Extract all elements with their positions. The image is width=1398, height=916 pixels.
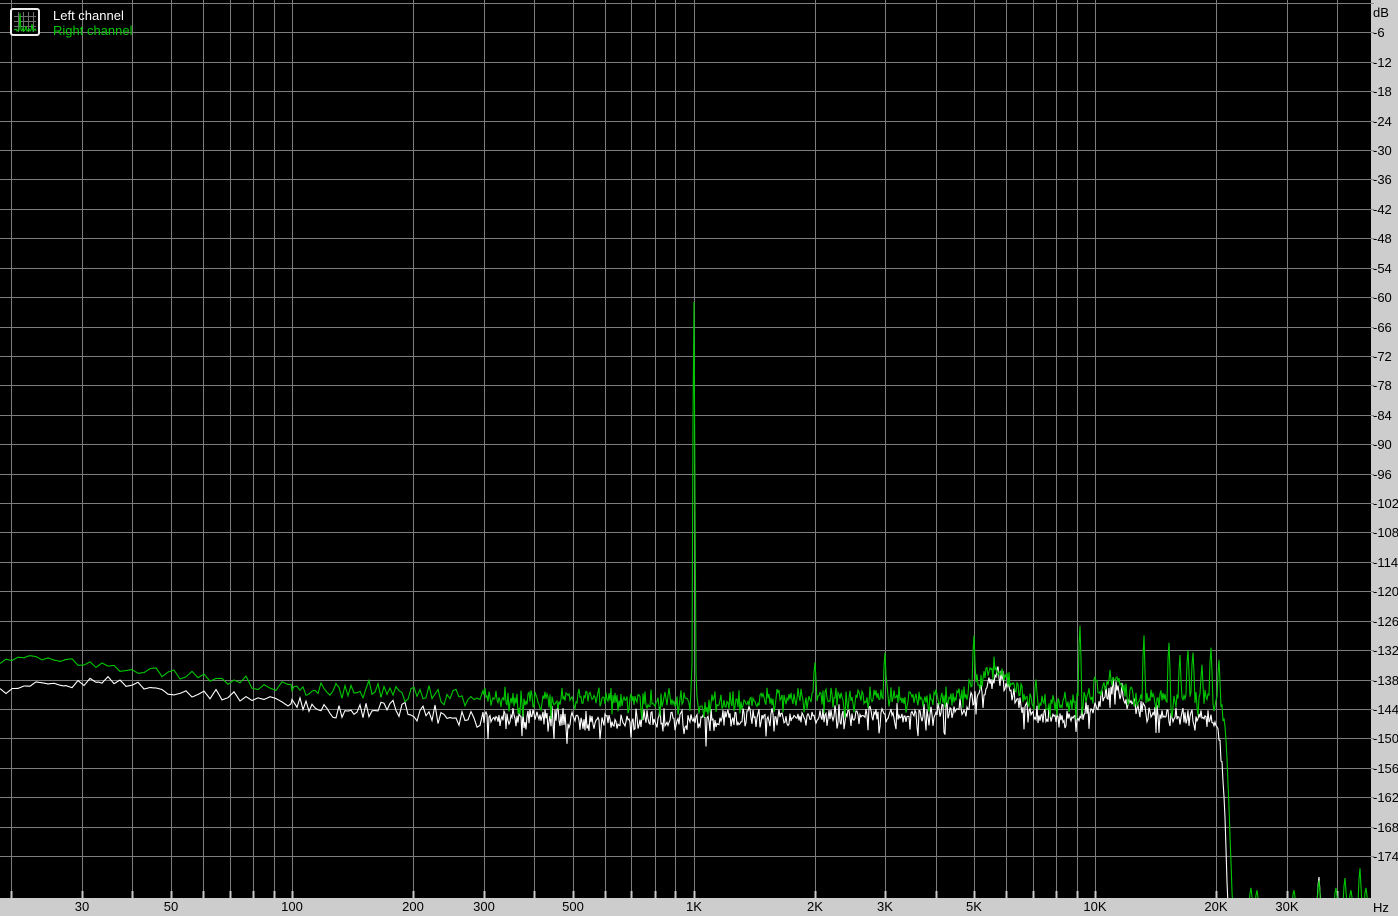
y-axis-label: -150: [1373, 731, 1398, 746]
y-axis-label: -6: [1373, 25, 1385, 40]
x-axis-label: 2K: [807, 899, 823, 914]
left-channel-trace: [0, 666, 1322, 898]
x-axis-label: 5K: [966, 899, 982, 914]
x-axis-label: 500: [562, 899, 584, 914]
y-axis-label: -114: [1373, 555, 1398, 570]
y-axis-label: -72: [1373, 349, 1392, 364]
y-axis-label: -96: [1373, 467, 1392, 482]
spectrum-chart: [0, 0, 1371, 898]
y-axis-label: -60: [1373, 290, 1392, 305]
traces: [0, 301, 1368, 898]
y-axis-label: -18: [1373, 84, 1392, 99]
y-axis-label: -90: [1373, 437, 1392, 452]
y-axis-label: -66: [1373, 320, 1392, 335]
y-axis-label: -84: [1373, 408, 1392, 423]
y-axis-label: -78: [1373, 378, 1392, 393]
x-axis-unit-label: Hz: [1373, 900, 1389, 915]
right-channel-trace: [0, 301, 1368, 898]
y-axis-label: -138: [1373, 673, 1398, 688]
x-axis-label: 10K: [1083, 899, 1107, 914]
y-axis-label: -156: [1373, 761, 1398, 776]
y-axis-strip: dB -6 -12 -18 -24 -30 -36 -42 -48 -54 -60 -66 -72 -78…: [1371, 0, 1398, 916]
legend-label-right-channel: Right channel: [53, 23, 133, 38]
y-axis-label: -12: [1373, 55, 1392, 70]
y-axis-label: -126: [1373, 614, 1398, 629]
x-axis-ticks: [10, 891, 1339, 898]
x-axis-label: 1K: [686, 899, 702, 914]
x-axis-label: 50: [163, 899, 179, 914]
y-axis-label: -144: [1373, 702, 1398, 717]
legend-label-left-channel: Left channel: [53, 8, 124, 23]
y-axis-label: -48: [1373, 231, 1392, 246]
y-axis-tick: [1371, 3, 1374, 4]
y-axis-label: -102: [1373, 496, 1398, 511]
y-axis-label: -132: [1373, 643, 1398, 658]
y-axis-label: -168: [1373, 820, 1398, 835]
x-axis-label: 200: [402, 899, 424, 914]
x-axis-label: 20K: [1204, 899, 1228, 914]
spectrum-thumbnail-icon: [10, 8, 40, 36]
x-axis-bar: 30 50 100 200 300 500 1K 2K 3K 5K 10K 20K 30K: [0, 898, 1398, 916]
spectrum-analyzer-window: 30 50 100 200 300 500 1K 2K 3K 5K 10K 20K 30K dB -6 -1…: [0, 0, 1398, 916]
x-axis-label: 30: [74, 899, 90, 914]
y-axis-label: -42: [1373, 202, 1392, 217]
y-axis-label: -36: [1373, 172, 1392, 187]
y-axis-label: -162: [1373, 790, 1398, 805]
x-axis-label: 30K: [1275, 899, 1299, 914]
x-axis-label: 3K: [877, 899, 893, 914]
y-axis-label: -120: [1373, 584, 1398, 599]
y-axis-label: -108: [1373, 525, 1398, 540]
y-axis-label: -24: [1373, 114, 1392, 129]
y-axis-label: -54: [1373, 261, 1392, 276]
y-axis-label: -30: [1373, 143, 1392, 158]
x-axis-label: 300: [473, 899, 495, 914]
gridlines: [0, 0, 1371, 898]
y-axis-label: -174: [1373, 849, 1398, 864]
y-axis-label: dB: [1373, 5, 1389, 20]
x-axis-label: 100: [281, 899, 303, 914]
